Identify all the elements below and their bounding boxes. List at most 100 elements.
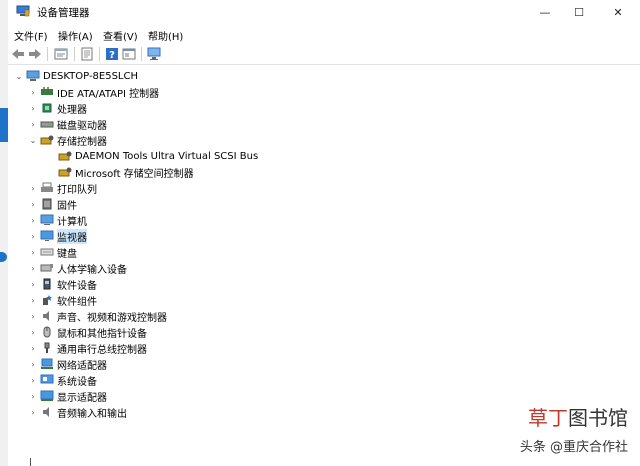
tree-item[interactable]: › 软件设备 xyxy=(28,276,97,292)
close-icon: ✕ xyxy=(613,5,623,19)
back-button[interactable] xyxy=(10,46,26,62)
monitor-scan-icon xyxy=(147,47,161,60)
watermark-logo-a: 草丁 xyxy=(528,406,568,430)
mouse-icon xyxy=(40,325,54,339)
tree-item[interactable]: › 网络适配器 xyxy=(28,356,107,372)
software-device-icon xyxy=(40,277,54,291)
display-adapter-icon xyxy=(40,389,54,403)
tree-item-label: 键盘 xyxy=(57,248,77,260)
disk-drive-icon xyxy=(40,117,54,131)
tree-item[interactable]: › 处理器 xyxy=(28,100,87,116)
properties-icon xyxy=(54,48,68,60)
view-button[interactable] xyxy=(121,46,137,62)
chevron-right-icon[interactable]: › xyxy=(28,324,38,340)
tree-child-label: DAEMON Tools Ultra Virtual SCSI Bus xyxy=(75,150,259,162)
chevron-down-icon[interactable]: ⌄ xyxy=(14,68,24,84)
tree-item[interactable]: › 系统设备 xyxy=(28,372,97,388)
chevron-right-icon[interactable]: › xyxy=(28,244,38,260)
tree-child-item[interactable]: Microsoft 存储空间控制器 xyxy=(56,164,194,180)
tree-item-label: 监视器 xyxy=(57,228,87,244)
chevron-right-icon[interactable]: › xyxy=(28,100,38,116)
view-icon xyxy=(122,48,136,60)
chevron-down-icon[interactable]: ⌄ xyxy=(28,132,38,148)
update-driver-icon xyxy=(81,47,93,61)
tree-item[interactable]: › 人体学输入设备 xyxy=(28,260,127,276)
tree-item[interactable]: › 声音、视频和游戏控制器 xyxy=(28,308,167,324)
back-icon xyxy=(12,49,24,59)
chevron-right-icon[interactable]: › xyxy=(28,84,38,100)
chevron-right-icon[interactable]: › xyxy=(28,196,38,212)
tree-item[interactable]: › 打印队列 xyxy=(28,180,97,196)
chevron-right-icon[interactable]: › xyxy=(28,292,38,308)
tree-item-label: 声音、视频和游戏控制器 xyxy=(57,312,167,324)
chevron-right-icon[interactable]: › xyxy=(28,212,38,228)
monitor-icon xyxy=(40,229,54,243)
scan-hardware-button[interactable] xyxy=(146,46,162,62)
computer-icon xyxy=(40,213,54,227)
tree-item-label: 音频输入和输出 xyxy=(57,408,127,420)
minimize-button[interactable]: — xyxy=(526,0,564,24)
chevron-right-icon[interactable]: › xyxy=(28,372,38,388)
background-window-strip xyxy=(0,0,8,466)
processor-icon xyxy=(40,101,54,115)
maximize-button[interactable]: ☐ xyxy=(560,0,598,24)
menu-action[interactable]: 操作(A) xyxy=(58,28,93,43)
ide-controller-icon xyxy=(40,85,54,99)
tree-item[interactable]: › 通用串行总线控制器 xyxy=(28,340,147,356)
tree-child-item[interactable]: DAEMON Tools Ultra Virtual SCSI Bus xyxy=(56,148,258,164)
menu-bar: 文件(F) 操作(A) 查看(V) 帮助(H) xyxy=(8,24,640,44)
tree-item-label: 软件组件 xyxy=(57,296,97,308)
firmware-icon xyxy=(40,197,54,211)
close-button[interactable]: ✕ xyxy=(599,0,637,24)
tree-item-label: 打印队列 xyxy=(57,184,97,196)
menu-view[interactable]: 查看(V) xyxy=(103,28,138,43)
tree-item-label: 软件设备 xyxy=(57,280,97,292)
tree-item-label: 系统设备 xyxy=(57,376,97,388)
tree-root[interactable]: ⌄ DESKTOP-8E5SLCH xyxy=(14,68,138,84)
tree-item-label: 存储控制器 xyxy=(57,136,107,148)
tree-item[interactable]: › 显示适配器 xyxy=(28,388,107,404)
menu-file[interactable]: 文件(F) xyxy=(14,28,48,43)
tree-child-label: Microsoft 存储空间控制器 xyxy=(75,168,194,180)
tree-item-label: 网络适配器 xyxy=(57,360,107,372)
bottom-divider xyxy=(30,458,41,466)
minimize-icon: — xyxy=(539,5,551,19)
chevron-right-icon[interactable]: › xyxy=(28,404,38,420)
chevron-right-icon[interactable]: › xyxy=(28,276,38,292)
chevron-right-icon[interactable]: › xyxy=(28,340,38,356)
tree-item[interactable]: › IDE ATA/ATAPI 控制器 xyxy=(28,84,159,100)
device-manager-app-icon xyxy=(16,5,30,17)
hid-icon xyxy=(40,261,54,275)
chevron-right-icon[interactable]: › xyxy=(28,228,38,244)
chevron-right-icon[interactable]: › xyxy=(28,180,38,196)
tree-item-selected[interactable]: › 监视器 xyxy=(28,228,87,244)
printer-icon xyxy=(40,181,54,195)
tree-item[interactable]: › 磁盘驱动器 xyxy=(28,116,107,132)
maximize-icon: ☐ xyxy=(574,5,584,19)
usb-icon xyxy=(40,341,54,355)
help-button[interactable]: ? xyxy=(104,46,120,62)
tree-item[interactable]: › 固件 xyxy=(28,196,77,212)
tree-root-label: DESKTOP-8E5SLCH xyxy=(43,70,139,82)
tree-item[interactable]: › 计算机 xyxy=(28,212,87,228)
svg-text:?: ? xyxy=(109,50,115,61)
update-driver-button[interactable] xyxy=(79,46,95,62)
properties-button[interactable] xyxy=(53,46,69,62)
forward-button[interactable] xyxy=(27,46,43,62)
tree-item[interactable]: › 软件组件 xyxy=(28,292,97,308)
tree-item-label: IDE ATA/ATAPI 控制器 xyxy=(57,88,160,100)
storage-controller-icon xyxy=(58,149,72,163)
chevron-right-icon[interactable]: › xyxy=(28,308,38,324)
chevron-right-icon[interactable]: › xyxy=(28,388,38,404)
chevron-right-icon[interactable]: › xyxy=(28,356,38,372)
watermark-logo: 草丁图书馆 xyxy=(528,402,628,431)
tree-item[interactable]: › 音频输入和输出 xyxy=(28,404,127,420)
chevron-right-icon[interactable]: › xyxy=(28,116,38,132)
software-component-icon xyxy=(40,293,54,307)
background-toggle xyxy=(0,252,7,262)
menu-help[interactable]: 帮助(H) xyxy=(148,28,183,43)
tree-item[interactable]: ⌄ 存储控制器 xyxy=(28,132,107,148)
chevron-right-icon[interactable]: › xyxy=(28,260,38,276)
tree-item[interactable]: › 鼠标和其他指针设备 xyxy=(28,324,147,340)
tree-item[interactable]: › 键盘 xyxy=(28,244,77,260)
